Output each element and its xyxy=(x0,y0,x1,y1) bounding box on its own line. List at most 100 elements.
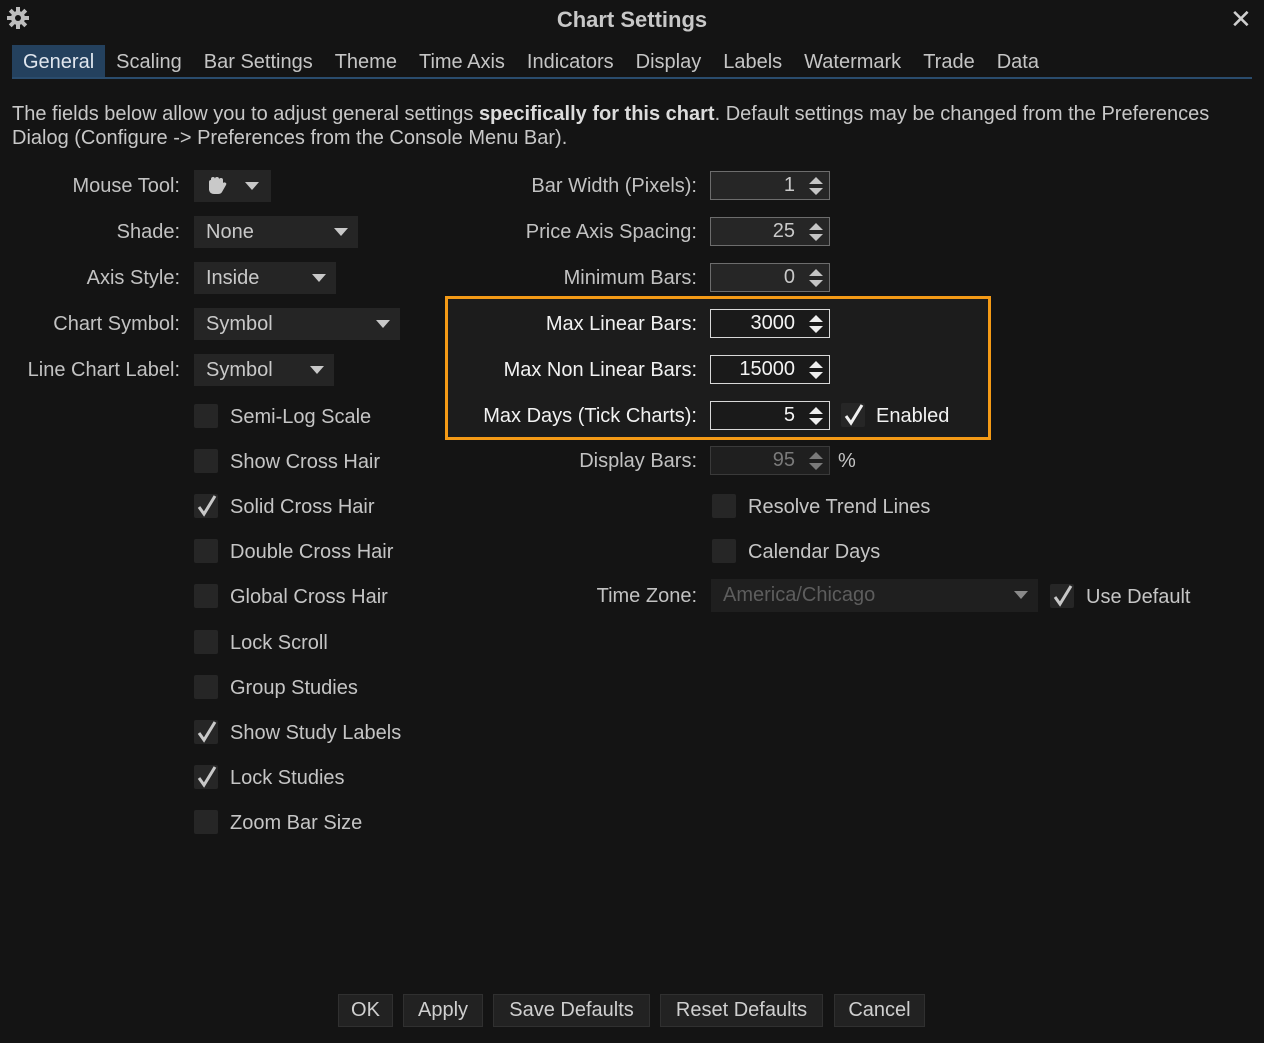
chevron-down-icon xyxy=(312,274,326,282)
apply-button[interactable]: Apply xyxy=(403,994,483,1027)
line-chart-label-dropdown[interactable]: Symbol xyxy=(194,354,334,386)
shade-dropdown[interactable]: None xyxy=(194,216,358,248)
chevron-down-icon xyxy=(1014,591,1028,599)
show-cross-hair-label: Show Cross Hair xyxy=(230,451,381,473)
time-zone-label: Time Zone: xyxy=(596,585,697,607)
tab-bar-settings[interactable]: Bar Settings xyxy=(193,45,324,78)
bar-width-value: 1 xyxy=(783,174,795,196)
tab-theme[interactable]: Theme xyxy=(324,45,408,78)
spinner-arrows-icon[interactable] xyxy=(809,407,823,425)
max-days-spinner[interactable]: 5 xyxy=(710,401,830,430)
max-days-value: 5 xyxy=(783,404,795,426)
chart-symbol-dropdown[interactable]: Symbol xyxy=(194,308,400,340)
max-non-linear-bars-label: Max Non Linear Bars: xyxy=(503,359,697,381)
tab-indicators[interactable]: Indicators xyxy=(516,45,625,78)
spinner-arrows-icon[interactable] xyxy=(809,177,823,195)
zoom-bar-size-checkbox[interactable] xyxy=(194,810,218,834)
minimum-bars-value: 0 xyxy=(783,266,795,288)
checkmark-icon xyxy=(197,721,217,743)
tab-time-axis[interactable]: Time Axis xyxy=(408,45,516,78)
chevron-down-icon xyxy=(334,228,348,236)
tab-scaling[interactable]: Scaling xyxy=(105,45,193,78)
checkmark-icon xyxy=(1053,585,1073,607)
calendar-days-label: Calendar Days xyxy=(748,541,881,563)
time-zone-value: America/Chicago xyxy=(723,584,876,606)
use-default-checkbox[interactable] xyxy=(1050,584,1074,608)
close-icon[interactable]: ✕ xyxy=(1230,4,1252,35)
spinner-arrows-icon[interactable] xyxy=(809,223,823,241)
tab-general[interactable]: General xyxy=(12,45,106,78)
solid-cross-hair-checkbox[interactable] xyxy=(194,494,218,518)
spinner-arrows-icon[interactable] xyxy=(809,361,823,379)
max-days-enabled-label: Enabled xyxy=(876,405,950,427)
max-non-linear-bars-value: 15000 xyxy=(739,358,795,380)
shade-value: None xyxy=(206,221,254,243)
resolve-trend-lines-label: Resolve Trend Lines xyxy=(748,496,931,518)
line-chart-label-label: Line Chart Label: xyxy=(27,359,180,381)
description-bold: specifically for this chart xyxy=(478,103,715,125)
line-chart-label-value: Symbol xyxy=(206,359,273,381)
global-cross-hair-checkbox[interactable] xyxy=(194,584,218,608)
checkmark-icon xyxy=(197,766,217,788)
spinner-arrows-icon[interactable] xyxy=(809,269,823,287)
mouse-tool-dropdown[interactable] xyxy=(194,170,271,202)
chart-symbol-label: Chart Symbol: xyxy=(53,313,180,335)
axis-style-dropdown[interactable]: Inside xyxy=(194,262,336,294)
semi-log-scale-label: Semi-Log Scale xyxy=(230,406,372,428)
display-bars-label: Display Bars: xyxy=(579,450,697,472)
max-days-label: Max Days (Tick Charts): xyxy=(483,405,697,427)
global-cross-hair-label: Global Cross Hair xyxy=(230,586,388,608)
show-study-labels-label: Show Study Labels xyxy=(230,722,402,744)
price-axis-spacing-spinner[interactable]: 25 xyxy=(710,217,830,246)
mouse-tool-label: Mouse Tool: xyxy=(72,175,180,197)
bar-width-spinner[interactable]: 1 xyxy=(710,171,830,200)
spinner-arrows-icon[interactable] xyxy=(809,315,823,333)
max-linear-bars-value: 3000 xyxy=(750,312,796,334)
save-defaults-button[interactable]: Save Defaults xyxy=(493,994,650,1027)
checkmark-icon xyxy=(844,404,864,426)
minimum-bars-label: Minimum Bars: xyxy=(563,267,697,289)
zoom-bar-size-label: Zoom Bar Size xyxy=(230,812,363,834)
bar-width-label: Bar Width (Pixels): xyxy=(531,175,697,197)
max-days-enabled-checkbox[interactable] xyxy=(841,403,865,427)
chevron-down-icon xyxy=(310,366,324,374)
reset-defaults-button[interactable]: Reset Defaults xyxy=(660,994,823,1027)
time-zone-dropdown[interactable]: America/Chicago xyxy=(711,579,1038,612)
tab-watermark[interactable]: Watermark xyxy=(793,45,912,78)
price-axis-spacing-label: Price Axis Spacing: xyxy=(525,221,697,243)
max-linear-bars-spinner[interactable]: 3000 xyxy=(710,309,830,338)
solid-cross-hair-label: Solid Cross Hair xyxy=(230,496,375,518)
shade-label: Shade: xyxy=(116,221,180,243)
chart-symbol-value: Symbol xyxy=(206,313,273,335)
minimum-bars-spinner[interactable]: 0 xyxy=(710,263,830,292)
lock-studies-checkbox[interactable] xyxy=(194,765,218,789)
max-non-linear-bars-spinner[interactable]: 15000 xyxy=(710,355,830,384)
resolve-trend-lines-checkbox[interactable] xyxy=(712,494,736,518)
semi-log-scale-checkbox[interactable] xyxy=(194,404,218,428)
cancel-button[interactable]: Cancel xyxy=(834,994,925,1027)
spinner-arrows-icon[interactable] xyxy=(809,452,823,470)
tab-trade[interactable]: Trade xyxy=(912,45,986,78)
ok-button[interactable]: OK xyxy=(338,994,393,1027)
tab-display[interactable]: Display xyxy=(625,45,713,78)
use-default-label: Use Default xyxy=(1086,586,1191,608)
description-text: The fields below allow you to adjust gen… xyxy=(12,102,1242,150)
lock-scroll-checkbox[interactable] xyxy=(194,630,218,654)
show-study-labels-checkbox[interactable] xyxy=(194,720,218,744)
double-cross-hair-checkbox[interactable] xyxy=(194,539,218,563)
lock-studies-label: Lock Studies xyxy=(230,767,345,789)
lock-scroll-label: Lock Scroll xyxy=(230,632,328,654)
display-bars-spinner[interactable]: 95 xyxy=(710,446,830,475)
group-studies-label: Group Studies xyxy=(230,677,358,699)
description-pre: The fields below allow you to adjust gen… xyxy=(12,103,479,125)
show-cross-hair-checkbox[interactable] xyxy=(194,449,218,473)
tab-labels[interactable]: Labels xyxy=(712,45,793,78)
tab-underline xyxy=(12,77,1252,79)
tab-bar: General Scaling Bar Settings Theme Time … xyxy=(12,45,1050,78)
tab-data[interactable]: Data xyxy=(986,45,1050,78)
window-title: Chart Settings xyxy=(556,7,708,32)
calendar-days-checkbox[interactable] xyxy=(712,539,736,563)
hand-icon xyxy=(209,177,227,194)
group-studies-checkbox[interactable] xyxy=(194,675,218,699)
double-cross-hair-label: Double Cross Hair xyxy=(230,541,394,563)
